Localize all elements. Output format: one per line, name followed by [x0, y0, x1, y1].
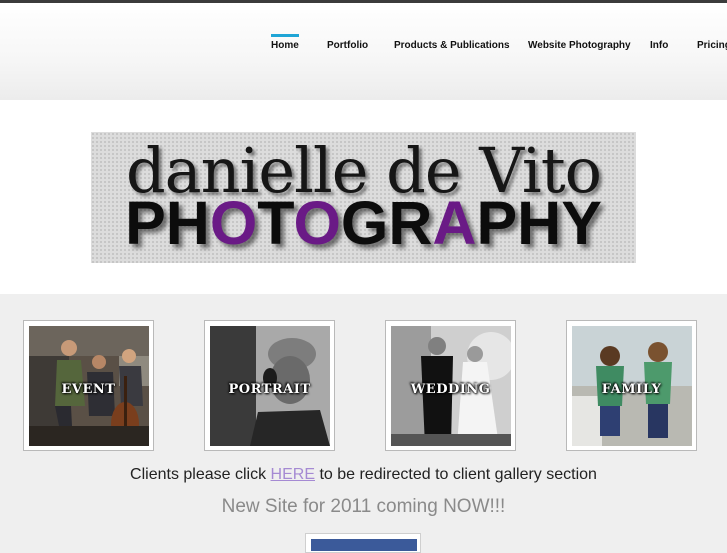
social-widget-bar: [311, 539, 417, 551]
logo-letter: G: [340, 189, 389, 257]
logo-photography: PHOTOGRAPHY: [91, 190, 636, 256]
logo-letter: H: [165, 189, 210, 257]
logo-letter: O: [293, 189, 341, 257]
gallery-portrait[interactable]: PORTRAIT: [204, 320, 335, 451]
gallery-label: FAMILY: [601, 382, 662, 397]
nav-website-photography[interactable]: Website Photography: [528, 40, 631, 51]
logo-letter: R: [388, 189, 433, 257]
top-navigation: Home Portfolio Products & Publications W…: [0, 3, 727, 100]
client-gallery-notice: Clients please click HERE to be redirect…: [0, 466, 727, 484]
client-gallery-link[interactable]: HERE: [271, 466, 315, 483]
logo-banner: danielle de Vito PHOTOGRAPHY: [91, 132, 636, 263]
logo-letter: O: [209, 189, 258, 257]
client-notice-text-end: to be redirected to client gallery secti…: [315, 466, 597, 483]
client-notice-text: Clients please click: [130, 466, 271, 483]
logo-letter: H: [517, 189, 562, 257]
logo-letter: P: [476, 189, 518, 257]
gallery-label: WEDDING: [410, 382, 491, 397]
social-widget[interactable]: [305, 533, 421, 553]
gallery-label: EVENT: [61, 382, 116, 397]
gallery-event[interactable]: EVENT: [23, 320, 154, 451]
logo-letter: T: [257, 189, 294, 257]
logo-letter: A: [432, 189, 477, 257]
gallery-family[interactable]: FAMILY: [566, 320, 697, 451]
header-banner-area: danielle de Vito PHOTOGRAPHY: [0, 100, 727, 294]
logo-letter: Y: [561, 189, 602, 257]
announcement-text: New Site for 2011 coming NOW!!!: [221, 496, 506, 517]
gallery-wedding[interactable]: WEDDING: [385, 320, 516, 451]
logo-letter: P: [125, 189, 166, 257]
nav-pricing[interactable]: Pricing: [697, 40, 727, 51]
nav-home[interactable]: Home: [271, 34, 299, 51]
nav-products-publications[interactable]: Products & Publications: [394, 40, 510, 51]
nav-portfolio[interactable]: Portfolio: [327, 40, 368, 51]
nav-info[interactable]: Info: [650, 40, 668, 51]
logo-photography-text: PHOTOGRAPHY: [125, 189, 602, 257]
gallery-label: PORTRAIT: [228, 382, 311, 397]
